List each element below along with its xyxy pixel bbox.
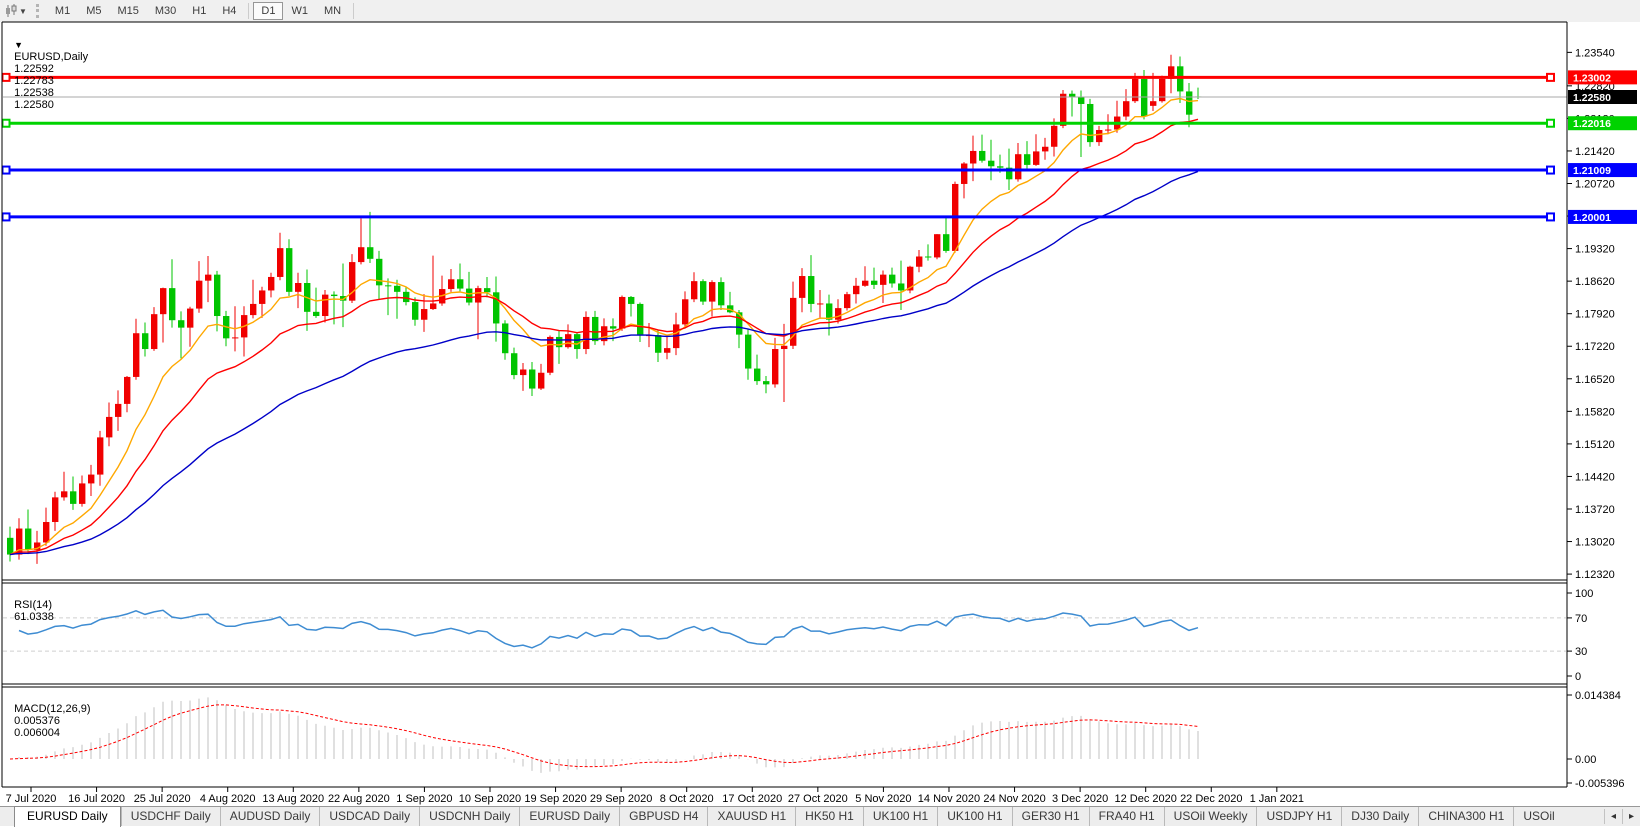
collapse-indicator-icon[interactable]: ▼ [14, 40, 23, 50]
tab-scroll-left-icon[interactable]: ◂ [1604, 809, 1622, 824]
tab-xauusd-h1[interactable]: XAUUSD H1 [707, 807, 795, 826]
chart-title: ▼ EURUSD,Daily 1.22592 1.22783 1.22538 1… [8, 27, 92, 111]
tab-usoil-weekly[interactable]: USOil Weekly [1164, 807, 1257, 826]
tab-eurusd-daily-2[interactable]: EURUSD Daily [519, 807, 619, 826]
tab-fra40-h1[interactable]: FRA40 H1 [1089, 807, 1164, 826]
tab-usdjpy-h1[interactable]: USDJPY H1 [1256, 807, 1341, 826]
rsi-indicator-pane[interactable] [2, 583, 1567, 684]
chart-window-tabbar: EURUSD Daily USDCHF Daily AUDUSD Daily U… [0, 806, 1640, 826]
tab-uk100-h1[interactable]: UK100 H1 [863, 807, 937, 826]
macd-name: MACD(12,26,9) [14, 703, 90, 715]
rsi-label: RSI(14) 61.0338 [8, 587, 54, 623]
macd-signal-value: 0.006004 [14, 727, 60, 739]
macd-indicator-pane[interactable] [2, 687, 1567, 787]
tab-usdchf-daily[interactable]: USDCHF Daily [121, 807, 220, 826]
ohlc-low-value: 1.22538 [14, 87, 54, 99]
tab-gbpusd-h4[interactable]: GBPUSD H4 [619, 807, 707, 826]
tab-ger30-h1[interactable]: GER30 H1 [1012, 807, 1089, 826]
symbol-period-label: EURUSD,Daily [14, 51, 88, 63]
tab-china300-h1[interactable]: CHINA300 H1 [1418, 807, 1513, 826]
price-axis[interactable] [1568, 22, 1640, 787]
ohlc-high-value: 1.22783 [14, 75, 54, 87]
tab-scroll-right-icon[interactable]: ▸ [1622, 809, 1640, 824]
rsi-name: RSI(14) [14, 599, 52, 611]
tab-usdcnh-daily[interactable]: USDCNH Daily [419, 807, 519, 826]
tab-uk100-h1-2[interactable]: UK100 H1 [937, 807, 1011, 826]
tab-eurusd-daily[interactable]: EURUSD Daily [14, 806, 121, 827]
tab-usoil-truncated[interactable]: USOil [1513, 807, 1563, 826]
main-chart-pane[interactable] [2, 22, 1567, 580]
tab-hk50-h1[interactable]: HK50 H1 [795, 807, 863, 826]
macd-main-value: 0.005376 [14, 715, 60, 727]
macd-label: MACD(12,26,9) 0.005376 0.006004 [8, 691, 91, 739]
tab-usdcad-daily[interactable]: USDCAD Daily [319, 807, 419, 826]
ohlc-close-value: 1.22580 [14, 99, 54, 111]
rsi-current-value: 61.0338 [14, 611, 54, 623]
tab-dj30-daily[interactable]: DJ30 Daily [1341, 807, 1418, 826]
time-axis[interactable] [2, 788, 1567, 805]
ohlc-open-value: 1.22592 [14, 63, 54, 75]
tab-audusd-daily[interactable]: AUDUSD Daily [220, 807, 320, 826]
